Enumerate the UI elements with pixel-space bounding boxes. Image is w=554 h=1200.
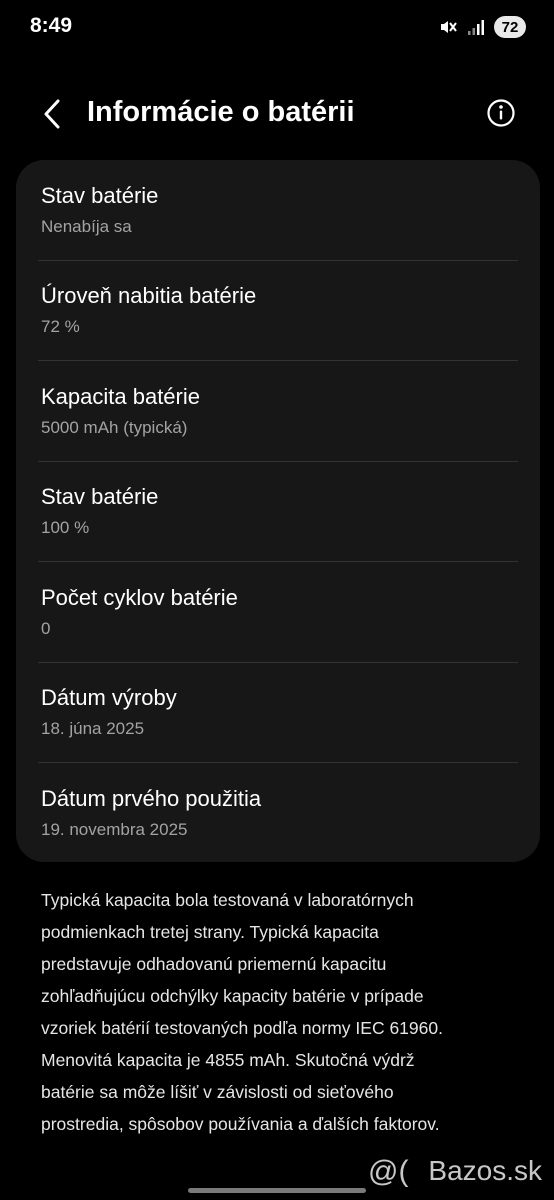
- item-label: Stav batérie: [41, 484, 159, 509]
- item-value: 0: [41, 619, 51, 638]
- watermark: @( Bazos.sk: [368, 1153, 542, 1189]
- header: Informácie o batérii: [0, 80, 554, 150]
- page-title: Informácie o batérii: [87, 96, 355, 128]
- footnote-line: Typická kapacita bola testovaná v labora…: [41, 890, 414, 910]
- capacity-footnote: Typická kapacita bola testovaná v labora…: [41, 884, 521, 1140]
- list-item-health[interactable]: Stav batérie 100 %: [16, 461, 540, 561]
- home-indicator[interactable]: [188, 1188, 366, 1193]
- footnote-line: batérie sa môže líšiť v závislosti od si…: [41, 1082, 394, 1102]
- footnote-line: zohľadňujúcu odchýlky kapacity batérie v…: [41, 986, 424, 1006]
- chevron-left-icon: [44, 99, 60, 129]
- item-label: Dátum výroby: [41, 685, 177, 710]
- battery-info-card: Stav batérie Nenabíja sa Úroveň nabitia …: [16, 160, 540, 862]
- status-time: 8:49: [30, 14, 73, 37]
- list-item-capacity[interactable]: Kapacita batérie 5000 mAh (typická): [16, 361, 540, 461]
- svg-text:@(: @(: [368, 1155, 408, 1188]
- battery-icon: 72: [494, 16, 526, 38]
- list-item-charging-state[interactable]: Stav batérie Nenabíja sa: [16, 160, 540, 260]
- footnote-line: predstavuje odhadovanú priemernú kapacit…: [41, 954, 387, 974]
- item-value: 72 %: [41, 317, 80, 336]
- item-label: Kapacita batérie: [41, 384, 200, 409]
- item-label: Stav batérie: [41, 183, 159, 208]
- item-label: Úroveň nabitia batérie: [41, 283, 257, 308]
- footnote-line: prostredia, spôsobov používania a ďalšíc…: [41, 1114, 440, 1134]
- bazos-logo-icon: @(: [368, 1155, 408, 1188]
- status-icons: 72: [438, 15, 526, 39]
- watermark-text: Bazos.sk: [428, 1155, 542, 1186]
- info-icon[interactable]: [486, 98, 516, 128]
- list-item-first-use-date[interactable]: Dátum prvého použitia 19. novembra 2025: [16, 763, 540, 863]
- footnote-line: Menovitá kapacita je 4855 mAh. Skutočná …: [41, 1050, 415, 1070]
- list-item-manufacture-date[interactable]: Dátum výroby 18. júna 2025: [16, 662, 540, 762]
- back-button[interactable]: [34, 94, 70, 134]
- signal-icon: [468, 20, 484, 35]
- item-label: Počet cyklov batérie: [41, 585, 238, 610]
- battery-level: 72: [501, 18, 519, 36]
- footnote-line: podmienkach tretej strany. Typická kapac…: [41, 922, 379, 942]
- mute-icon: [441, 21, 457, 33]
- list-item-cycle-count[interactable]: Počet cyklov batérie 0: [16, 562, 540, 662]
- item-value: 18. júna 2025: [41, 719, 145, 738]
- item-value: Nenabíja sa: [41, 217, 132, 236]
- list-item-charge-level[interactable]: Úroveň nabitia batérie 72 %: [16, 260, 540, 360]
- item-value: 19. novembra 2025: [41, 820, 188, 839]
- status-bar: 8:49 72: [0, 0, 554, 56]
- footnote-line: vzoriek batérií testovaných podľa normy …: [41, 1018, 443, 1038]
- item-value: 5000 mAh (typická): [41, 418, 188, 437]
- item-value: 100 %: [41, 518, 90, 537]
- item-label: Dátum prvého použitia: [41, 786, 262, 811]
